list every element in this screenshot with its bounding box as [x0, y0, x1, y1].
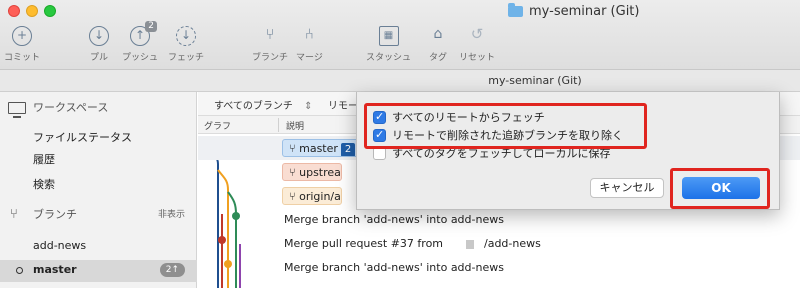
commit-row[interactable]: Merge branch 'add-news' into add-news — [198, 208, 800, 232]
reset-button[interactable]: ↺ リセット — [459, 25, 495, 64]
stash-button[interactable]: ▦ スタッシュ — [366, 26, 411, 63]
branch-label-master[interactable]: ⑂ master 2 — [282, 139, 362, 157]
tag-icon: ⌂ — [433, 26, 443, 42]
sidebar-section-branches[interactable]: ⑂ ブランチ 非表示 — [0, 205, 197, 225]
ok-highlight-box — [670, 168, 770, 209]
commit-row[interactable]: Merge branch 'add-news' into add-news — [198, 256, 800, 280]
fetch-icon: ↓ — [176, 26, 196, 46]
commit-message: Merge branch 'add-news' into add-news — [284, 213, 504, 226]
checkbox-highlight-box — [364, 103, 647, 149]
commit-message: Merge pull request #37 from — [284, 237, 444, 250]
branch-label-origin[interactable]: ⑂ origin/add-n — [282, 187, 342, 205]
branch-filter-select[interactable]: すべてのブランチ ⇕ — [214, 97, 312, 112]
sidebar-item-master[interactable]: master 2↑ — [0, 260, 197, 282]
plus-icon: + — [12, 26, 32, 46]
current-branch-icon — [16, 267, 23, 274]
branch-icon: ⑂ — [265, 25, 275, 43]
folder-icon — [508, 3, 523, 17]
title-bar: my-seminar (Git) + コミット ↓ プル ↑ 2 プッシュ ↓ フ… — [0, 0, 800, 70]
close-window-button[interactable] — [8, 5, 20, 17]
description-column-header[interactable]: 説明 — [286, 119, 304, 132]
avatar — [466, 240, 474, 249]
reset-icon: ↺ — [470, 25, 484, 43]
sidebar-item-search[interactable]: 検索 — [0, 175, 197, 195]
graph-column-header[interactable]: グラフ — [204, 119, 231, 132]
arrow-up-icon: ↑ 2 — [130, 21, 157, 46]
remote-filter[interactable]: リモー — [328, 97, 358, 112]
sidebar-item-history[interactable]: 履歴 — [0, 150, 197, 170]
monitor-icon — [8, 102, 26, 118]
arrow-down-icon: ↓ — [89, 26, 109, 46]
merge-icon: ⑃ — [304, 25, 314, 43]
ahead-count-badge: 2↑ — [159, 263, 185, 277]
stash-icon: ▦ — [378, 26, 399, 46]
repository-title-bar: my-seminar (Git) — [0, 70, 800, 92]
sidebar-item-file-status[interactable]: ファイルステータス — [0, 128, 197, 148]
minimize-window-button[interactable] — [26, 5, 38, 17]
commit-row[interactable]: Merge pull request #37 from /add-news — [198, 232, 800, 256]
pull-button[interactable]: ↓ プル — [89, 26, 109, 63]
hide-link[interactable]: 非表示 — [158, 205, 185, 225]
commit-message-suffix: /add-news — [484, 237, 541, 250]
sidebar-section-workspace[interactable]: ワークスペース — [0, 98, 197, 118]
column-divider[interactable] — [278, 118, 279, 132]
tag-button[interactable]: ⌂ タグ — [428, 26, 448, 63]
cancel-button[interactable]: キャンセル — [590, 178, 664, 198]
commit-button[interactable]: + コミット — [4, 26, 40, 63]
push-count-badge: 2 — [145, 21, 157, 32]
push-button[interactable]: ↑ 2 プッシュ — [122, 21, 158, 63]
window-title: my-seminar (Git) — [508, 3, 639, 19]
branch-icon: ⑂ — [10, 207, 18, 222]
sort-icon: ⇕ — [304, 101, 313, 112]
branch-button[interactable]: ⑂ ブランチ — [252, 25, 288, 64]
commit-message: Merge branch 'add-news' into add-news — [284, 261, 504, 274]
fetch-button[interactable]: ↓ フェッチ — [168, 26, 204, 63]
merge-button[interactable]: ⑃ マージ — [296, 25, 323, 64]
sidebar-item-add-news[interactable]: add-news — [0, 236, 197, 256]
zoom-window-button[interactable] — [44, 5, 56, 17]
branch-label-upstream[interactable]: ⑂ upstream/ac — [282, 163, 342, 181]
sidebar: ワークスペース ファイルステータス 履歴 検索 ⑂ ブランチ 非表示 add-n… — [0, 92, 197, 288]
